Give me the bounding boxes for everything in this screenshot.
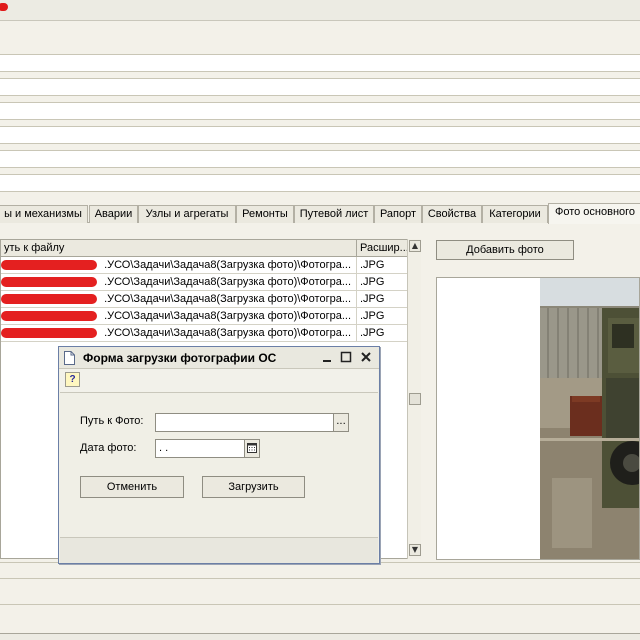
tab-waybill[interactable]: Путевой лист [294,205,374,223]
tab-report[interactable]: Рапорт [374,205,422,223]
path-cell: .УСО\Задачи\Задача8(Загрузка фото)\Фотог… [104,327,351,339]
tab-repairs[interactable]: Ремонты [236,205,294,223]
table-row[interactable]: .УСО\Задачи\Задача8(Загрузка фото)\Фотог… [1,257,407,274]
header-field[interactable] [0,174,640,192]
table-header: уть к файлу Расшир... [1,240,407,257]
window-titlebar [0,0,640,21]
tab-categories[interactable]: Категории [482,205,548,223]
vehicle-photo [540,278,639,559]
help-button[interactable]: ? [65,372,80,387]
table-row[interactable]: .УСО\Задачи\Задача8(Загрузка фото)\Фотог… [1,274,407,291]
minimize-icon[interactable] [320,350,334,364]
table-row[interactable]: .УСО\Задачи\Задача8(Загрузка фото)\Фотог… [1,308,407,325]
maximize-icon[interactable] [339,350,353,364]
header-form-area [0,21,640,201]
lower-panel [0,578,640,604]
calendar-icon [247,443,257,453]
path-cell: .УСО\Задачи\Задача8(Загрузка фото)\Фотог… [104,310,351,322]
tab-bar: ы и механизмы Аварии Узлы и агрегаты Рем… [0,203,640,224]
lower-panel [0,604,640,633]
ext-cell: .JPG [356,308,407,324]
photo-path-label: Путь к Фото: [80,415,144,427]
table-scrollbar[interactable]: ▲ ▼ [407,239,421,559]
photo-preview [436,277,640,560]
dialog-titlebar[interactable]: Форма загрузки фотографии ОС [59,347,379,369]
path-cell: .УСО\Задачи\Задача8(Загрузка фото)\Фотог… [104,293,351,305]
photo-upload-dialog[interactable]: Форма загрузки фотографии ОС ? Путь к Фо… [58,346,380,564]
add-photo-button[interactable]: Добавить фото [436,240,574,260]
tab-machines[interactable]: ы и механизмы [0,205,88,223]
column-header-path[interactable]: уть к файлу [1,240,353,256]
path-cell: .УСО\Задачи\Задача8(Загрузка фото)\Фотог… [104,259,351,271]
header-field[interactable] [0,126,640,144]
upload-button[interactable]: Загрузить [202,476,305,498]
header-field[interactable] [0,78,640,96]
photo-date-input[interactable]: . . [155,439,245,458]
scroll-down-icon[interactable]: ▼ [409,544,421,556]
dialog-title: Форма загрузки фотографии ОС [83,351,277,365]
ext-cell: .JPG [356,274,407,290]
lower-panel [0,562,640,578]
photo-path-input[interactable] [155,413,334,432]
ext-cell: .JPG [356,325,407,341]
header-field[interactable] [0,54,640,72]
photo-date-label: Дата фото: [80,442,137,454]
scroll-thumb[interactable] [409,393,421,405]
table-row[interactable]: .УСО\Задачи\Задача8(Загрузка фото)\Фотог… [1,291,407,308]
browse-button[interactable]: ... [333,413,349,432]
tab-accidents[interactable]: Аварии [89,205,138,223]
cancel-button[interactable]: Отменить [80,476,184,498]
ext-cell: .JPG [356,257,407,273]
document-icon [64,351,75,365]
status-bar [0,633,640,640]
dialog-toolbar: ? [60,369,378,393]
tab-photo[interactable]: Фото основного [548,203,640,224]
app-icon [0,3,8,11]
close-icon[interactable] [359,350,373,364]
calendar-button[interactable] [244,439,260,458]
tab-properties[interactable]: Свойства [422,205,482,223]
column-header-ext[interactable]: Расшир... [356,240,407,256]
tab-units[interactable]: Узлы и агрегаты [138,205,236,223]
path-cell: .УСО\Задачи\Задача8(Загрузка фото)\Фотог… [104,276,351,288]
header-field[interactable] [0,150,640,168]
scroll-up-icon[interactable]: ▲ [409,240,421,252]
header-field[interactable] [0,102,640,120]
dialog-footer [60,537,378,563]
table-row[interactable]: .УСО\Задачи\Задача8(Загрузка фото)\Фотог… [1,325,407,342]
ext-cell: .JPG [356,291,407,307]
